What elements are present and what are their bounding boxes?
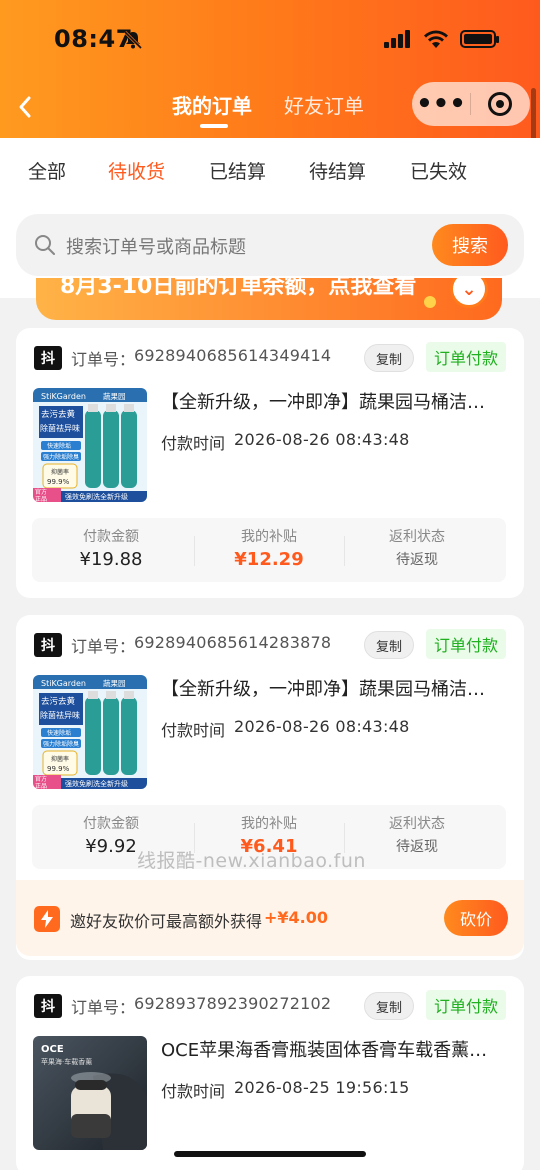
tab-friend-orders[interactable]: 好友订单 <box>284 90 364 119</box>
product-image-footer: 强效免刷洗全新升级 <box>65 492 128 501</box>
home-indicator <box>174 1151 366 1157</box>
status-time: 08:47 <box>54 25 133 53</box>
product-image-line1: 去污去黄 <box>41 409 76 420</box>
pay-time: 2026-08-26 08:43:48 <box>234 430 410 449</box>
filter-tab-settled[interactable]: 已结算 <box>209 157 266 184</box>
active-tab-underline <box>200 124 228 128</box>
watermark: 线报酷-new.xianbao.fun <box>137 850 366 872</box>
copy-button[interactable]: 复制 <box>364 992 414 1020</box>
bargain-button[interactable]: 砍价 <box>444 900 508 936</box>
status-badge: 订单付款 <box>426 990 507 1020</box>
rebate-status-label: 返利状态 <box>389 529 445 545</box>
product-image-official: 官方 <box>35 488 47 496</box>
search-button[interactable]: 搜索 <box>432 224 508 266</box>
product-image[interactable]: StiKGarden 蔬果园 去污去黄 除菌祛异味 快速除垢 强力除垢除臭 抑菌… <box>33 388 147 502</box>
app-header: 08:47 我的订单 好友订单 ••• <box>0 0 540 138</box>
pay-time-label: 付款时间 <box>161 434 226 453</box>
close-miniapp-icon[interactable] <box>471 92 529 116</box>
product-image-brand: OCE <box>41 1044 64 1055</box>
order-number: 6928937892390272102 <box>134 994 332 1013</box>
rebate-status-label: 返利状态 <box>389 816 445 832</box>
pay-time: 2026-08-25 19:56:15 <box>234 1078 410 1097</box>
product-image-brand-cn: 蔬果园 <box>103 391 126 401</box>
filter-tab-all[interactable]: 全部 <box>28 157 66 184</box>
filter-bar: 全部 待收货 已结算 待结算 已失效 搜索订单号或商品标题 搜索 <box>0 138 540 298</box>
product-image-caption: 苹果海·车载香薰 <box>41 1057 92 1066</box>
status-badge: 订单付款 <box>426 629 507 659</box>
invite-bargain-bar: 邀好友砍价可最高额外获得 +¥4.00 砍价 <box>16 880 524 956</box>
balance-banner[interactable]: 8月3-10日前的订单余额，点我查看 ⌄ <box>36 278 502 320</box>
bell-muted-icon <box>123 30 143 50</box>
search-icon <box>35 235 55 255</box>
coin-icon <box>424 296 436 308</box>
banner-text: 8月3-10日前的订单余额，点我查看 <box>60 278 417 299</box>
order-number: 6928940685614349414 <box>134 346 332 365</box>
invite-amount: +¥4.00 <box>264 908 329 927</box>
filter-tab-expired[interactable]: 已失效 <box>410 157 467 184</box>
invite-text: 邀好友砍价可最高额外获得 <box>70 912 263 931</box>
pay-amount: ¥19.88 <box>79 549 143 570</box>
search-placeholder: 搜索订单号或商品标题 <box>66 237 246 258</box>
product-image[interactable]: OCE 苹果海·车载香薰 <box>33 1036 147 1150</box>
miniapp-capsule: ••• <box>412 82 530 126</box>
order-number-label: 订单号： <box>71 637 136 656</box>
pay-time-label: 付款时间 <box>161 1082 226 1101</box>
product-image-rate-label: 抑菌率 <box>51 468 69 476</box>
product-image-rate: 99.9% <box>47 765 70 773</box>
rebate-status: 待返现 <box>396 552 438 568</box>
subsidy-amount: ¥12.29 <box>234 549 304 570</box>
order-number-label: 订单号： <box>71 998 136 1017</box>
product-image-brand: StiKGarden <box>41 392 86 401</box>
filter-tab-pending-receipt[interactable]: 待收货 <box>108 157 165 184</box>
battery-icon <box>460 30 499 48</box>
signal-icon <box>384 30 410 48</box>
product-image-brand-cn: 蔬果园 <box>103 678 126 688</box>
product-image-tag1: 快速除垢 <box>47 729 71 737</box>
product-image-genuine: 正品 <box>35 783 47 789</box>
douyin-icon: 抖 <box>34 633 62 657</box>
chevron-down-icon[interactable]: ⌄ <box>450 278 488 308</box>
product-title[interactable]: OCE苹果海香膏瓶装固体香膏车载香薰… <box>161 1036 501 1062</box>
wifi-icon <box>424 30 448 48</box>
subsidy-label: 我的补贴 <box>241 816 297 832</box>
product-image-line2: 除菌祛异味 <box>40 423 80 433</box>
product-image-tag1: 快速除垢 <box>47 442 71 450</box>
product-image-rate-label: 抑菌率 <box>51 755 69 763</box>
filter-tab-pending-settlement[interactable]: 待结算 <box>309 157 366 184</box>
product-image[interactable]: StiKGarden 蔬果园 去污去黄 除菌祛异味 快速除垢 强力除垢除臭 抑菌… <box>33 675 147 789</box>
copy-button[interactable]: 复制 <box>364 344 414 372</box>
pay-amount-label: 付款金额 <box>83 529 139 545</box>
pay-time: 2026-08-26 08:43:48 <box>234 717 410 736</box>
douyin-icon: 抖 <box>34 994 62 1018</box>
order-card: 抖 订单号： 6928937892390272102 复制 订单付款 OCE 苹… <box>16 976 524 1170</box>
product-image-official: 官方 <box>35 775 47 783</box>
product-title[interactable]: 【全新升级，一冲即净】蔬果园马桶洁… <box>161 675 501 701</box>
product-title[interactable]: 【全新升级，一冲即净】蔬果园马桶洁… <box>161 388 501 414</box>
order-number-label: 订单号： <box>71 350 136 369</box>
more-icon[interactable]: ••• <box>412 91 470 117</box>
product-image-rate: 99.9% <box>47 478 70 486</box>
product-image-tag2: 强力除垢除臭 <box>43 453 79 461</box>
pay-amount-label: 付款金额 <box>83 816 139 832</box>
product-image-line1: 去污去黄 <box>41 696 76 707</box>
search-input[interactable]: 搜索订单号或商品标题 搜索 <box>16 214 524 276</box>
subsidy-label: 我的补贴 <box>241 529 297 545</box>
lightning-icon <box>34 906 60 932</box>
back-arrow-icon[interactable] <box>14 92 36 122</box>
order-card: 抖 订单号： 6928940685614349414 复制 订单付款 StiKG… <box>16 328 524 598</box>
product-image-genuine: 正品 <box>35 496 47 502</box>
product-image-line2: 除菌祛异味 <box>40 710 80 720</box>
order-number: 6928940685614283878 <box>134 633 332 652</box>
copy-button[interactable]: 复制 <box>364 631 414 659</box>
order-stats: 付款金额 ¥19.88 我的补贴 ¥12.29 返利状态 待返现 <box>32 518 506 582</box>
product-image-brand: StiKGarden <box>41 679 86 688</box>
tab-my-orders[interactable]: 我的订单 <box>172 90 252 119</box>
product-image-footer: 强效免刷洗全新升级 <box>65 779 128 788</box>
pay-time-label: 付款时间 <box>161 721 226 740</box>
product-image-tag2: 强力除垢除臭 <box>43 740 79 748</box>
douyin-icon: 抖 <box>34 346 62 370</box>
status-badge: 订单付款 <box>426 342 507 372</box>
